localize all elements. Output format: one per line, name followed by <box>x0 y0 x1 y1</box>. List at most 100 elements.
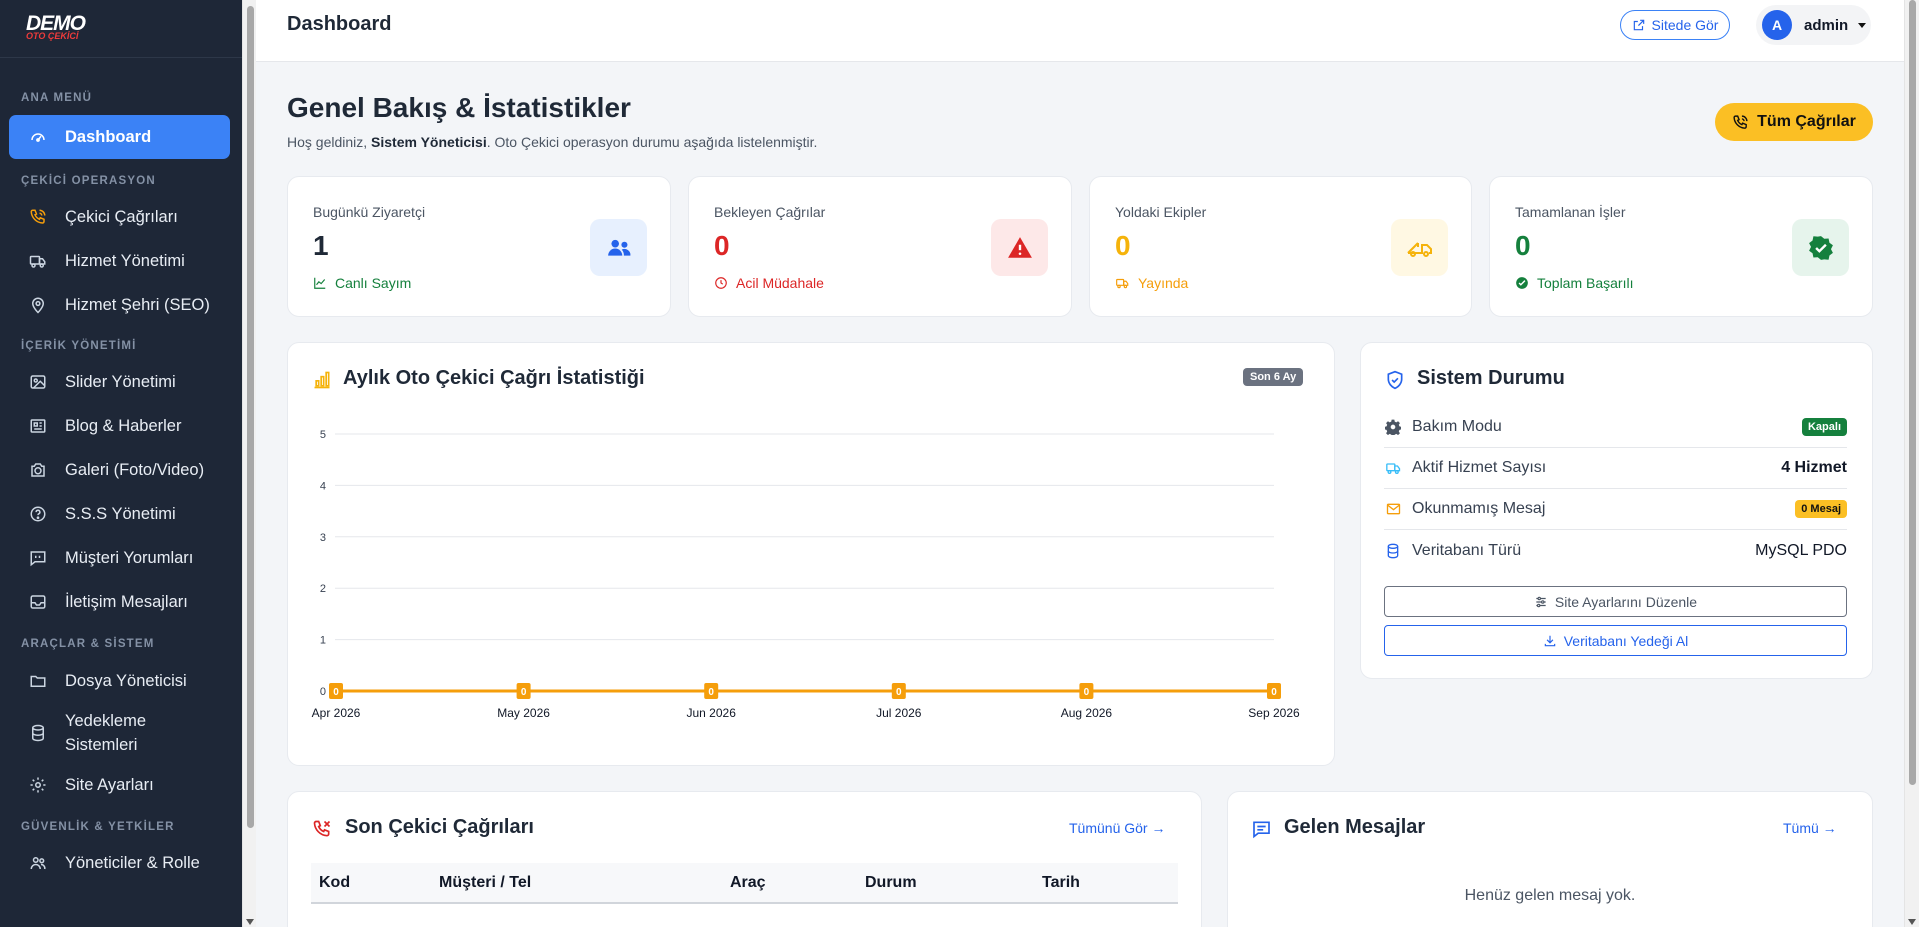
col-arac[interactable]: Araç <box>730 874 766 892</box>
y-tick-label: 1 <box>320 635 326 647</box>
phone-call-icon <box>1733 114 1748 129</box>
sidebar-item-hizmet-yonetimi[interactable]: Hizmet Yönetimi <box>9 239 230 283</box>
sidebar-item-slider[interactable]: Slider Yönetimi <box>9 360 230 404</box>
view-all-calls-link[interactable]: Tümünü Gör → <box>1069 820 1165 836</box>
stat-value: 0 <box>714 230 730 261</box>
backup-database-button[interactable]: Veritabanı Yedeği Al <box>1384 625 1847 656</box>
section-cekici-operasyon: ÇEKİCİ OPERASYON <box>21 175 156 187</box>
period-badge: Son 6 Ay <box>1243 368 1304 386</box>
x-tick-label: Jul 2026 <box>876 706 922 720</box>
sidebar-item-cekici-cagrilari[interactable]: Çekici Çağrıları <box>9 195 230 239</box>
stat-footer-text: Canlı Sayım <box>335 275 412 291</box>
status-value: MySQL PDO <box>1755 541 1847 559</box>
check-circle-icon <box>1516 277 1528 289</box>
col-tarih[interactable]: Tarih <box>1042 874 1080 892</box>
sidebar-scrollbar-thumb[interactable] <box>247 6 254 828</box>
sidebar-item-yedekleme[interactable]: Yedekleme Sistemleri <box>9 703 230 763</box>
col-kod[interactable]: Kod <box>319 874 350 892</box>
messages-card: Gelen Mesajlar Tümü → Henüz gelen mesaj … <box>1227 791 1873 927</box>
status-label: Aktif Hizmet Sayısı <box>1412 459 1547 476</box>
x-tick-label: Aug 2026 <box>1061 706 1113 720</box>
page-scrollbar-thumb[interactable] <box>1909 0 1916 785</box>
sidebar-item-label: Hizmet Şehri (SEO) <box>65 295 210 314</box>
database-icon <box>29 724 47 742</box>
stat-footer: Toplam Başarılı <box>1515 275 1633 291</box>
stat-value: 0 <box>1115 230 1131 261</box>
view-site-button[interactable]: Sitede Gör <box>1620 10 1730 40</box>
status-row-active-services: Aktif Hizmet Sayısı 4 Hizmet <box>1384 448 1847 489</box>
sidebar-item-galeri[interactable]: Galeri (Foto/Video) <box>9 448 230 492</box>
user-menu[interactable]: A admin <box>1756 5 1871 45</box>
col-durum[interactable]: Durum <box>865 874 917 892</box>
empty-messages-text: Henüz gelen mesaj yok. <box>1464 887 1636 904</box>
status-badge: Kapalı <box>1801 418 1847 436</box>
all-calls-button[interactable]: Tüm Çağrılar <box>1715 103 1873 141</box>
external-link-icon <box>1633 19 1644 31</box>
scroll-down-arrow-icon[interactable] <box>1908 919 1916 925</box>
y-tick-label: 5 <box>320 429 326 441</box>
message-icon <box>1253 821 1270 839</box>
stat-footer: Acil Müdahale <box>714 275 824 291</box>
status-row-unread: Okunmamış Mesaj 0 Mesaj <box>1384 489 1847 530</box>
camera-icon <box>29 461 47 479</box>
sidebar-item-musteri-yorumlari[interactable]: Müşteri Yorumları <box>9 536 230 580</box>
stat-card-completed: Tamamlanan İşler 0 Toplam Başarılı <box>1489 176 1873 317</box>
page-scrollbar[interactable] <box>1904 0 1919 927</box>
data-label: 0 <box>896 687 902 698</box>
stat-card-on-road: Yoldaki Ekipler 0 Yayında <box>1089 176 1472 317</box>
stat-value: 1 <box>313 230 329 261</box>
sidebar-item-blog[interactable]: Blog & Haberler <box>9 404 230 448</box>
sidebar-item-yoneticiler[interactable]: Yöneticiler & Rolle <box>9 841 230 885</box>
question-icon <box>29 505 47 523</box>
map-pin-icon <box>29 296 47 314</box>
sidebar-item-dosya-yoneticisi[interactable]: Dosya Yöneticisi <box>9 659 230 703</box>
sidebar-item-label: Site Ayarları <box>65 775 154 794</box>
sidebar-item-hizmet-sehri[interactable]: Hizmet Şehri (SEO) <box>9 283 230 327</box>
col-musteri[interactable]: Müşteri / Tel <box>439 874 531 892</box>
sidebar-item-sss[interactable]: S.S.S Yönetimi <box>9 492 230 536</box>
data-label: 0 <box>1271 687 1277 698</box>
logo-sub: OTO ÇEKİCİ <box>26 31 79 41</box>
sidebar-item-dashboard[interactable]: Dashboard <box>9 115 230 159</box>
calls-table-header: Kod Müşteri / Tel Araç Durum Tarih <box>311 863 1178 904</box>
newspaper-icon <box>29 417 47 435</box>
sidebar-item-label: Dosya Yöneticisi <box>65 671 187 690</box>
data-label: 0 <box>333 687 339 698</box>
sidebar-item-label: Galeri (Foto/Video) <box>65 460 205 479</box>
recent-calls-card: Son Çekici Çağrıları Tümünü Gör → Kod Mü… <box>287 791 1202 927</box>
gear-icon <box>1384 419 1402 435</box>
line-chart: 0 1 2 3 4 5 0 Apr 2026 0 May 2026 0 Jun 2026 0 Jul 20… <box>312 429 1300 720</box>
sidebar-item-site-ayarlari[interactable]: Site Ayarları <box>9 763 230 807</box>
edit-site-settings-button[interactable]: Site Ayarlarını Düzenle <box>1384 586 1847 617</box>
sidebar-item-iletisim-mesajlari[interactable]: İletişim Mesajları <box>9 580 230 624</box>
section-araclar-sistem: ARAÇLAR & SİSTEM <box>21 638 155 650</box>
sidebar-item-label: İletişim Mesajları <box>65 592 188 611</box>
stat-footer-text: Acil Müdahale <box>736 275 824 291</box>
shield-check-icon <box>1387 370 1403 390</box>
image-icon <box>29 373 47 391</box>
chart-card: Aylık Oto Çekici Çağrı İstatistiği Son 6… <box>287 342 1335 766</box>
data-label: 0 <box>708 687 714 698</box>
backup-label: Veritabanı Yedeği Al <box>1563 632 1689 649</box>
view-all-messages-link[interactable]: Tümü → <box>1783 820 1837 836</box>
sidebar-item-label: Yöneticiler & Rolle <box>65 853 200 872</box>
download-icon <box>1544 635 1555 646</box>
logo[interactable]: DEMO OTO ÇEKİCİ <box>0 0 242 58</box>
sidebar-scrollbar[interactable] <box>242 0 256 927</box>
truck-icon <box>1384 460 1402 476</box>
status-value: 4 Hizmet <box>1781 459 1847 476</box>
truck-icon <box>29 252 47 270</box>
data-label: 0 <box>521 687 527 698</box>
topbar-title: Dashboard <box>287 13 392 35</box>
users-icon <box>590 219 647 276</box>
scroll-down-arrow-icon[interactable] <box>246 919 254 925</box>
stat-card-visitors: Bugünkü Ziyaretçi 1 Canlı Sayım <box>287 176 671 317</box>
warning-icon <box>991 219 1048 276</box>
subtitle-pre: Hoş geldiniz, <box>287 134 372 150</box>
stat-label: Bekleyen Çağrılar <box>714 204 826 220</box>
sidebar-item-label: S.S.S Yönetimi <box>65 504 176 523</box>
phone-call-icon <box>29 208 47 226</box>
bar-chart-icon <box>314 371 330 389</box>
chart-line-icon <box>314 277 326 289</box>
comment-quote-icon <box>29 549 47 567</box>
